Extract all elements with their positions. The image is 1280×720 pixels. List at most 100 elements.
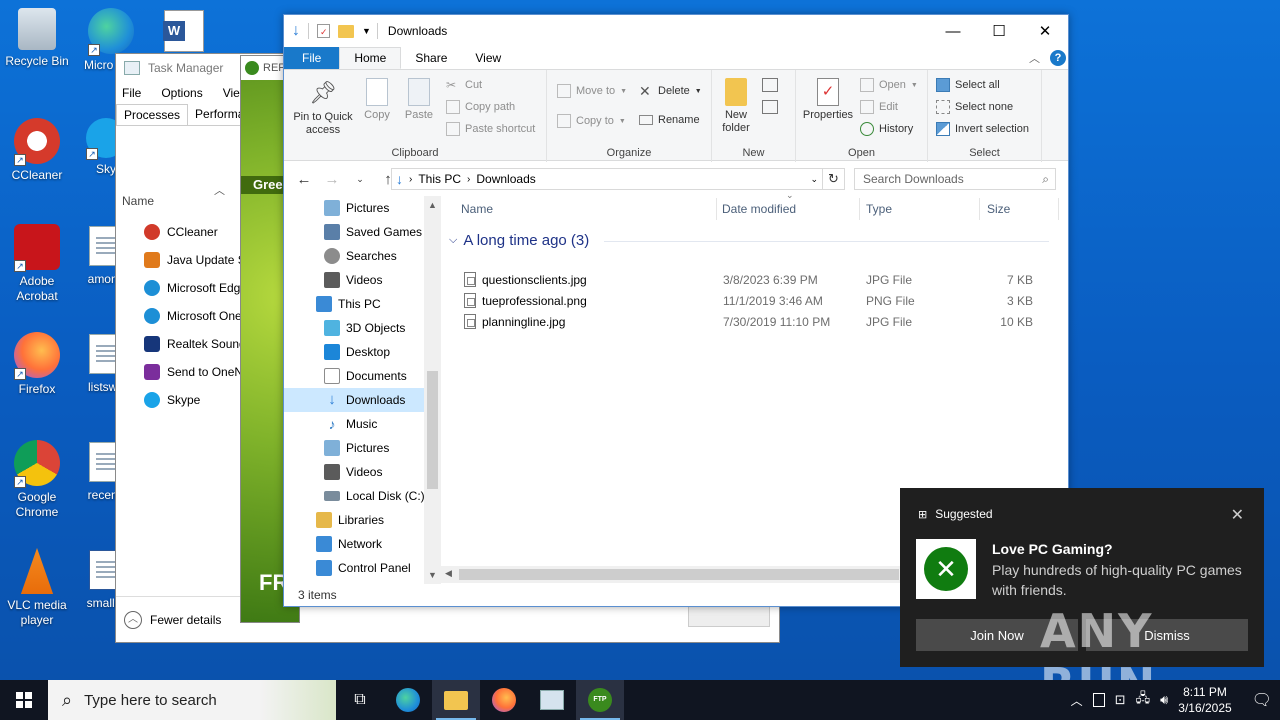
scrollbar-thumb[interactable] — [459, 569, 899, 580]
nav-item-3d-objects[interactable]: 3D Objects — [284, 316, 440, 340]
forward-button[interactable]: → — [320, 171, 344, 188]
word-document-icon[interactable]: W — [163, 10, 204, 52]
menu-options[interactable]: Options — [161, 86, 202, 100]
open-button[interactable]: Open ▼ — [860, 78, 918, 92]
menu-file[interactable]: File — [122, 86, 141, 100]
properties-button[interactable]: ✓ Properties — [798, 78, 858, 122]
history-button[interactable]: History — [860, 122, 913, 136]
network-icon[interactable]: 🖧︎ — [1136, 689, 1151, 711]
group-header[interactable]: ⌵ A long time ago (3) — [449, 232, 1049, 249]
nav-item-music[interactable]: ♪ Music — [284, 412, 440, 436]
desktop-icon-google-chrome[interactable]: ↗ Google Chrome — [0, 440, 74, 520]
select-none-button[interactable]: Select none — [936, 100, 1013, 114]
nav-item-local-disk[interactable]: Local Disk (C:) — [284, 484, 440, 508]
cut-button[interactable]: ✂ Cut — [446, 78, 482, 92]
tab-view[interactable]: View — [461, 47, 515, 69]
sort-chevron-icon[interactable]: ︿ — [214, 182, 225, 198]
copy-path-button[interactable]: Copy path — [446, 100, 515, 114]
scrollbar-thumb[interactable] — [427, 371, 438, 489]
breadcrumb-downloads[interactable]: Downloads — [476, 172, 535, 186]
fewer-details-link[interactable]: Fewer details — [150, 613, 221, 627]
nav-item-pictures[interactable]: Pictures — [284, 196, 440, 220]
chevron-up-icon[interactable]: ︿ — [1071, 692, 1083, 709]
minimize-button[interactable]: — — [930, 15, 976, 47]
nav-item-documents[interactable]: Documents — [284, 364, 440, 388]
desktop-icon-recycle-bin[interactable]: Recycle Bin — [0, 8, 74, 69]
nav-item-desktop[interactable]: Desktop — [284, 340, 440, 364]
chevron-up-icon[interactable]: ︿ — [124, 610, 142, 629]
help-icon[interactable]: ? — [1050, 50, 1066, 66]
recent-locations-icon[interactable]: ⌄ — [348, 174, 372, 185]
taskbar-edge[interactable] — [384, 680, 432, 720]
desktop-icon-ccleaner[interactable]: ↗ CCleaner — [0, 118, 74, 183]
nav-item-control-panel[interactable]: Control Panel — [284, 556, 440, 580]
list-item[interactable]: Java Update Sc — [144, 246, 252, 274]
tab-file[interactable]: File — [284, 47, 340, 69]
table-row[interactable]: tueprofessional.png 11/1/2019 3:46 AM PN… — [461, 291, 1061, 312]
taskbar-ftp-app[interactable]: FTP — [576, 680, 624, 720]
taskbar-firefox[interactable] — [480, 680, 528, 720]
copy-to-button[interactable]: Copy to ▼ — [557, 114, 626, 128]
tab-share[interactable]: Share — [401, 47, 461, 69]
taskbar-search-input[interactable]: ⌕ Type here to search — [48, 680, 336, 720]
volume-icon[interactable]: 🔊︎ — [1160, 692, 1168, 708]
desktop-icon-vlc[interactable]: VLC media player — [0, 548, 74, 628]
list-item[interactable]: CCleaner — [144, 218, 252, 246]
qat-dropdown-icon[interactable]: ▼ — [362, 26, 371, 36]
battery-icon[interactable] — [1092, 693, 1105, 707]
close-icon[interactable]: ✕ — [1231, 505, 1244, 525]
rename-button[interactable]: Rename — [639, 114, 700, 126]
start-button[interactable] — [0, 680, 48, 720]
breadcrumb-this-pc[interactable]: This PC — [418, 172, 461, 186]
table-row[interactable]: questionsclients.jpg 3/8/2023 6:39 PM JP… — [461, 270, 1061, 291]
scroll-up-icon[interactable]: ▲ — [424, 200, 441, 210]
end-task-button[interactable] — [688, 605, 770, 627]
table-row[interactable]: planningline.jpg 7/30/2019 11:10 PM JPG … — [461, 312, 1061, 333]
nav-item-downloads[interactable]: ↓ Downloads — [284, 388, 440, 412]
nav-pane-scrollbar[interactable]: ▲ ▼ — [424, 196, 441, 584]
new-item-icon[interactable] — [762, 78, 778, 92]
scroll-left-icon[interactable]: ◀ — [445, 568, 452, 579]
task-view-button[interactable]: ⧉ — [336, 680, 384, 720]
new-folder-button[interactable]: New folder — [716, 78, 756, 135]
maximize-button[interactable]: ☐ — [976, 15, 1022, 47]
close-button[interactable]: ✕ — [1022, 15, 1068, 47]
refresh-button[interactable]: ↻ — [823, 168, 845, 190]
paste-shortcut-button[interactable]: Paste shortcut — [446, 122, 535, 136]
nav-item-saved-games[interactable]: Saved Games — [284, 220, 440, 244]
list-item[interactable]: Microsoft Edg — [144, 274, 252, 302]
taskbar-task-manager[interactable] — [528, 680, 576, 720]
address-bar[interactable]: ↓ › This PC › Downloads ⌄ — [391, 168, 823, 190]
nav-item-searches[interactable]: Searches — [284, 244, 440, 268]
nav-item-this-pc[interactable]: This PC — [284, 292, 440, 316]
select-all-button[interactable]: Select all — [936, 78, 1000, 92]
edit-button[interactable]: Edit — [860, 100, 898, 114]
list-item[interactable]: Microsoft One — [144, 302, 252, 330]
nav-item-videos[interactable]: Videos — [284, 460, 440, 484]
column-header-name[interactable]: Name — [461, 196, 493, 222]
collapse-ribbon-icon[interactable]: ︿ — [1029, 50, 1040, 66]
paste-button[interactable]: Paste — [402, 78, 436, 122]
invert-selection-button[interactable]: Invert selection — [936, 122, 1029, 136]
move-to-button[interactable]: Move to ▼ — [557, 84, 627, 98]
back-button[interactable]: ← — [292, 171, 316, 188]
taskbar-file-explorer[interactable] — [432, 680, 480, 720]
column-name-header[interactable]: Name — [122, 194, 154, 208]
scroll-down-icon[interactable]: ▼ — [424, 570, 441, 580]
tab-processes[interactable]: Processes — [116, 104, 189, 125]
nav-item-videos[interactable]: Videos — [284, 268, 440, 292]
list-item[interactable]: Realtek Sound — [144, 330, 252, 358]
search-input[interactable]: Search Downloads ⌕ — [854, 168, 1056, 190]
column-header-type[interactable]: Type — [866, 196, 892, 222]
address-dropdown-icon[interactable]: ⌄ — [810, 174, 818, 185]
list-item[interactable]: Send to OneN — [144, 358, 252, 386]
notifications-icon[interactable]: 🗨︎ — [1252, 690, 1272, 710]
nav-item-libraries[interactable]: Libraries — [284, 508, 440, 532]
column-header-size[interactable]: Size — [987, 196, 1010, 222]
desktop-icon-firefox[interactable]: ↗ Firefox — [0, 332, 74, 397]
nav-item-pictures[interactable]: Pictures — [284, 436, 440, 460]
list-item[interactable]: Skype — [144, 386, 252, 414]
copy-button[interactable]: Copy — [360, 78, 394, 122]
clock[interactable]: 8:11 PM 3/16/2025 — [1178, 684, 1231, 716]
column-header-date-modified[interactable]: Date modified — [722, 196, 796, 222]
